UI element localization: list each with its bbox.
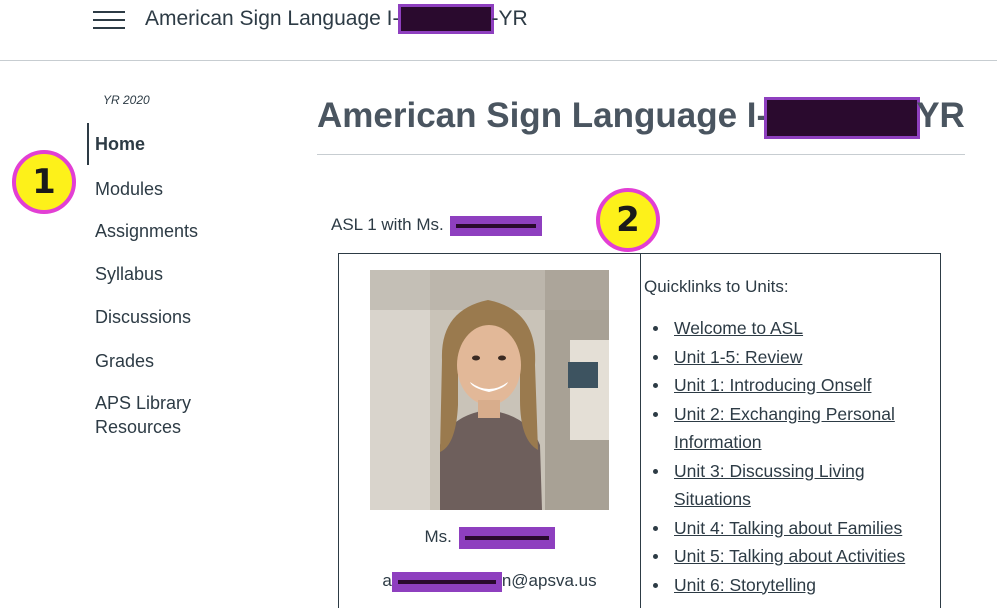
- list-item: Unit 3: Discussing Living Situations: [644, 457, 934, 514]
- link-unit-4[interactable]: Unit 4: Talking about Families: [674, 518, 902, 538]
- intro-label: ASL 1 with Ms.: [331, 215, 444, 234]
- bullet-icon: [653, 525, 658, 531]
- sidebar-item-syllabus[interactable]: Syllabus: [87, 262, 163, 286]
- course-title-suffix: -YR: [491, 7, 528, 30]
- bullet-icon: [653, 554, 658, 559]
- sidebar-item-home[interactable]: Home: [87, 123, 145, 165]
- list-item: Unit 4: Talking about Families: [644, 514, 934, 543]
- teacher-email: a n@apsva.us: [339, 568, 640, 594]
- redacted-teacher-name: [450, 215, 543, 236]
- list-item: Unit 2: Exchanging Personal Information: [644, 400, 934, 457]
- page-title: American Sign Language I- YR: [317, 92, 965, 140]
- top-bar: American Sign Language I- -YR: [0, 0, 997, 61]
- title-divider: [317, 154, 965, 155]
- unit-links-list: Welcome to ASL Unit 1-5: Review Unit 1: …: [644, 314, 934, 599]
- redacted-course-code: [764, 96, 921, 139]
- redacted-email: [391, 571, 502, 592]
- link-unit-3[interactable]: Unit 3: Discussing Living Situations: [674, 461, 865, 510]
- page-title-prefix: American Sign Language I-: [317, 96, 769, 135]
- link-unit-6[interactable]: Unit 6: Storytelling: [674, 575, 816, 595]
- quicklinks-heading: Quicklinks to Units:: [644, 277, 789, 296]
- list-item: Unit 1-5: Review: [644, 343, 934, 372]
- bullet-icon: [653, 411, 658, 417]
- annotation-badge-1: 1: [12, 150, 76, 214]
- bullet-icon: [653, 354, 658, 360]
- sidebar-item-discussions[interactable]: Discussions: [87, 305, 191, 329]
- menu-line: [93, 11, 125, 13]
- list-item: Unit 1: Introducing Onself: [644, 371, 934, 400]
- teacher-name-prefix: Ms.: [424, 527, 452, 546]
- sidebar-item-modules[interactable]: Modules: [87, 177, 163, 201]
- link-welcome-to-asl[interactable]: Welcome to ASL: [674, 318, 803, 338]
- course-info-table: Ms. a n@apsva.us Quicklinks to Units: Wel…: [338, 253, 941, 608]
- link-unit-2[interactable]: Unit 2: Exchanging Personal Information: [674, 404, 895, 453]
- list-item: Unit 5: Talking about Activities: [644, 542, 934, 571]
- hamburger-menu-icon[interactable]: [93, 9, 125, 31]
- link-unit-5[interactable]: Unit 5: Talking about Activities: [674, 546, 905, 566]
- redacted-teacher-name: [458, 526, 555, 549]
- sidebar-item-aps-library-resources[interactable]: APS Library Resources: [87, 391, 225, 439]
- menu-line: [93, 19, 125, 21]
- email-suffix: n@apsva.us: [501, 571, 597, 590]
- term-label: YR 2020: [103, 93, 150, 107]
- email-prefix: a: [382, 571, 392, 590]
- menu-line: [93, 27, 125, 29]
- redacted-course-code: [397, 4, 494, 35]
- page-title-suffix: YR: [916, 96, 965, 135]
- table-column-divider: [640, 254, 641, 608]
- annotation-badge-2: 2: [596, 188, 660, 252]
- link-unit-1[interactable]: Unit 1: Introducing Onself: [674, 375, 871, 395]
- teacher-name: Ms.: [339, 524, 640, 550]
- link-unit-1-5-review[interactable]: Unit 1-5: Review: [674, 347, 802, 367]
- bullet-icon: [653, 468, 658, 474]
- list-item: Welcome to ASL: [644, 314, 934, 343]
- bullet-icon: [653, 326, 658, 331]
- bullet-icon: [653, 383, 658, 388]
- course-title-prefix: American Sign Language I-: [145, 7, 400, 30]
- teacher-photo-image: [370, 270, 609, 510]
- teacher-photo: [370, 270, 609, 510]
- sidebar-item-grades[interactable]: Grades: [87, 349, 154, 373]
- bullet-icon: [653, 582, 658, 588]
- intro-text: ASL 1 with Ms.: [331, 212, 543, 238]
- sidebar-item-assignments[interactable]: Assignments: [87, 219, 198, 243]
- list-item: Unit 6: Storytelling: [644, 571, 934, 600]
- course-breadcrumb-title[interactable]: American Sign Language I- -YR: [145, 4, 528, 35]
